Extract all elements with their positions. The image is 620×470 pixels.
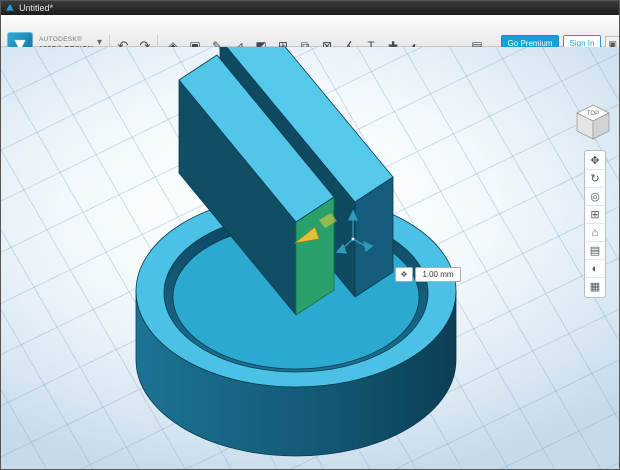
model-scene[interactable] bbox=[1, 47, 620, 470]
app-logo-icon bbox=[6, 4, 14, 11]
pan-icon[interactable]: ✥ bbox=[586, 152, 604, 170]
title-bar: Untitled* bbox=[1, 1, 619, 15]
dimension-input[interactable]: 1.00 mm bbox=[415, 267, 461, 282]
home-view-icon[interactable]: ⌂ bbox=[586, 224, 604, 242]
main-toolbar: AUTODESK® 123D® DESIGN ▾ ↶ ↷ ◈ ▣ ✎ ⊿ ◩ ⊞… bbox=[1, 15, 619, 58]
view-cube-top-label[interactable]: TOP bbox=[587, 111, 599, 117]
view-cube[interactable]: TOP bbox=[569, 97, 617, 145]
zoom-extents-icon[interactable]: ⊞ bbox=[586, 206, 604, 224]
outline-mode-icon[interactable]: ▦ bbox=[586, 278, 604, 296]
navigation-toolbar: ✥ ↻ ◎ ⊞ ⌂ ▤ ◐ ▦ bbox=[584, 150, 606, 298]
orbit-icon[interactable]: ↻ bbox=[586, 170, 604, 188]
zoom-icon[interactable]: ◎ bbox=[586, 188, 604, 206]
window-title: Untitled* bbox=[19, 3, 54, 13]
viewport-canvas[interactable]: TOP ✥ ↻ ◎ ⊞ ⌂ ▤ ◐ ▦ ✥ 1.00 mm Snap : 1 U… bbox=[1, 47, 620, 470]
brand-line1: AUTODESK® bbox=[39, 36, 83, 43]
gizmo-drag-icon[interactable]: ✥ bbox=[395, 267, 413, 282]
display-style-icon[interactable]: ▤ bbox=[586, 242, 604, 260]
app-window: Untitled* AUTODESK® 123D® DESIGN ▾ ↶ ↷ ◈… bbox=[0, 0, 620, 470]
material-browser-icon[interactable]: ◐ bbox=[586, 260, 604, 278]
